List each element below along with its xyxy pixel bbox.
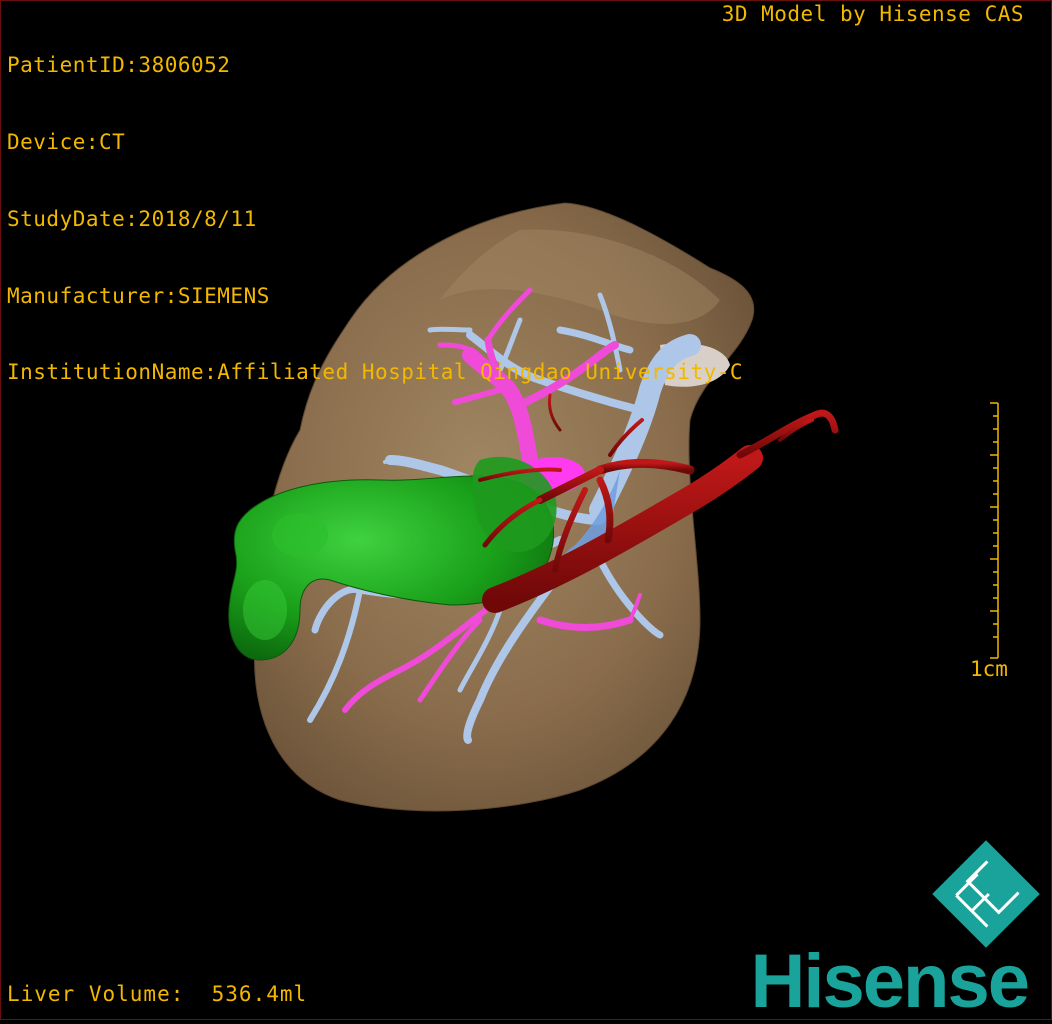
model-credit: 3D Model by Hisense CAS (721, 2, 1024, 26)
patient-id: PatientID:3806052 (7, 53, 231, 78)
liver-volume: Liver Volume: 536.4ml (7, 982, 308, 1006)
hisense-logo-icon (932, 840, 1040, 948)
study-date: StudyDate:2018/8/11 (7, 206, 257, 231)
scale-bar-label: 1cm (970, 657, 1008, 681)
brand-wordmark: Hisense (750, 939, 1030, 1024)
device: Device:CT (7, 129, 126, 154)
dicom-info-panel: PatientID:3806052 Device:CT StudyDate:20… (7, 2, 743, 412)
institution-name: InstitutionName:Affiliated Hospital Qing… (7, 360, 744, 385)
scale-bar (990, 402, 999, 659)
manufacturer: Manufacturer:SIEMENS (7, 283, 270, 308)
